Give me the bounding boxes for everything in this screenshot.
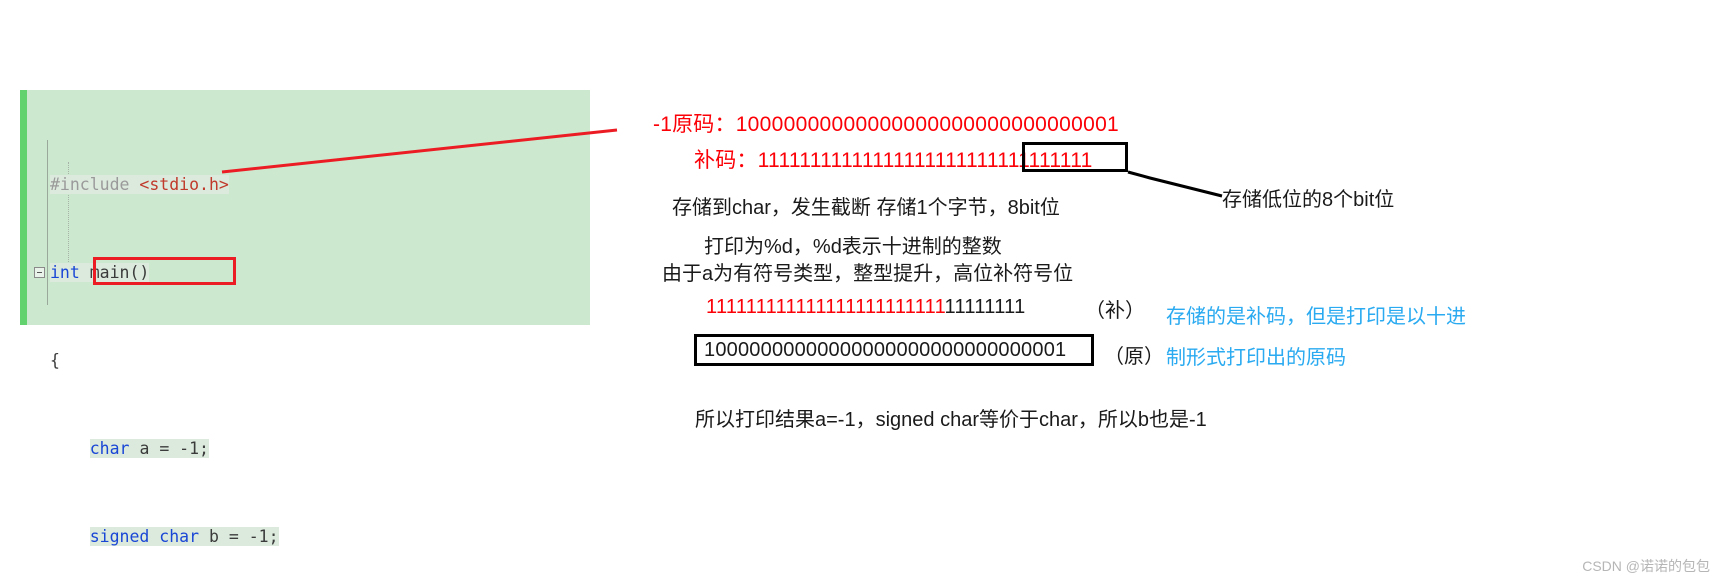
token-kw-signed: signed bbox=[89, 527, 150, 546]
token-brace-open: { bbox=[50, 351, 60, 370]
token-var-b: b bbox=[208, 527, 219, 546]
token-assign-a: = -1; bbox=[159, 439, 209, 458]
highlight-box-char-a bbox=[93, 257, 236, 285]
label-original-result: （原） bbox=[1104, 346, 1164, 368]
annotation-conclusion: 所以打印结果a=-1，signed char等价于char，所以b也是-1 bbox=[695, 409, 1207, 431]
token-kw-char-b: char bbox=[159, 527, 200, 546]
code-change-indicator-bar bbox=[20, 90, 27, 325]
bits-twos-complement-high: 111111111111111111111111 bbox=[757, 149, 1009, 172]
code-editor-panel: #include <stdio.h> int main() { char a =… bbox=[20, 90, 590, 546]
diagram-canvas: #include <stdio.h> int main() { char a =… bbox=[0, 0, 1724, 584]
label-promoted-complement: （补） bbox=[1085, 300, 1145, 322]
code-text: #include <stdio.h> int main() { char a =… bbox=[34, 108, 428, 584]
token-include-header: <stdio.h> bbox=[139, 175, 229, 194]
code-fold-rail bbox=[47, 140, 48, 305]
code-fold-toggle-icon[interactable] bbox=[34, 267, 45, 278]
annotation-promoted-bits: 11111111111111111111111111111111 bbox=[706, 296, 1026, 319]
code-line-include: #include <stdio.h> bbox=[50, 174, 428, 196]
token-kw-char: char bbox=[89, 439, 130, 458]
bits-promoted-black: 11111111 bbox=[944, 296, 1026, 318]
label-twos-complement: 补码： bbox=[694, 149, 758, 172]
bits-promoted-red: 111111111111111111111111 bbox=[706, 296, 945, 318]
annotation-blue-note-line1: 存储的是补码，但是打印是以十进 bbox=[1166, 306, 1466, 328]
bits-original-result: 10000000000000000000000000000001 bbox=[704, 339, 1067, 361]
token-assign-b: = -1; bbox=[228, 527, 279, 546]
annotation-explain-line3: 由于a为有符号类型，整型提升，高位补符号位 bbox=[662, 263, 1074, 285]
annotation-original-code: -1原码：10000000000000000000000000000001 bbox=[653, 108, 1119, 138]
annotation-explain-line1: 存储到char，发生截断 存储1个字节，8bit位 bbox=[672, 197, 1060, 219]
annotation-blue-note-line2: 制形式打印出的原码 bbox=[1166, 347, 1346, 369]
token-var-a: a bbox=[139, 439, 150, 458]
annotation-low8-note: 存储低位的8个bit位 bbox=[1222, 189, 1395, 211]
token-include-directive: #include bbox=[50, 175, 130, 194]
code-line-char-a: char a = -1; bbox=[50, 438, 428, 460]
connector-black-line bbox=[1127, 170, 1223, 198]
watermark: CSDN @诺诺的包包 bbox=[1582, 558, 1710, 574]
code-line-signed-b: signed char b = -1; bbox=[50, 526, 428, 548]
bits-original-code: 10000000000000000000000000000001 bbox=[735, 113, 1120, 136]
label-original-code: -1原码： bbox=[653, 113, 736, 136]
code-line-brace-open: { bbox=[50, 350, 428, 372]
highlight-box-low-8-bits bbox=[1022, 142, 1128, 172]
annotation-explain-line2: 打印为%d，%d表示十进制的整数 bbox=[704, 236, 1002, 258]
token-kw-int: int bbox=[50, 263, 80, 282]
